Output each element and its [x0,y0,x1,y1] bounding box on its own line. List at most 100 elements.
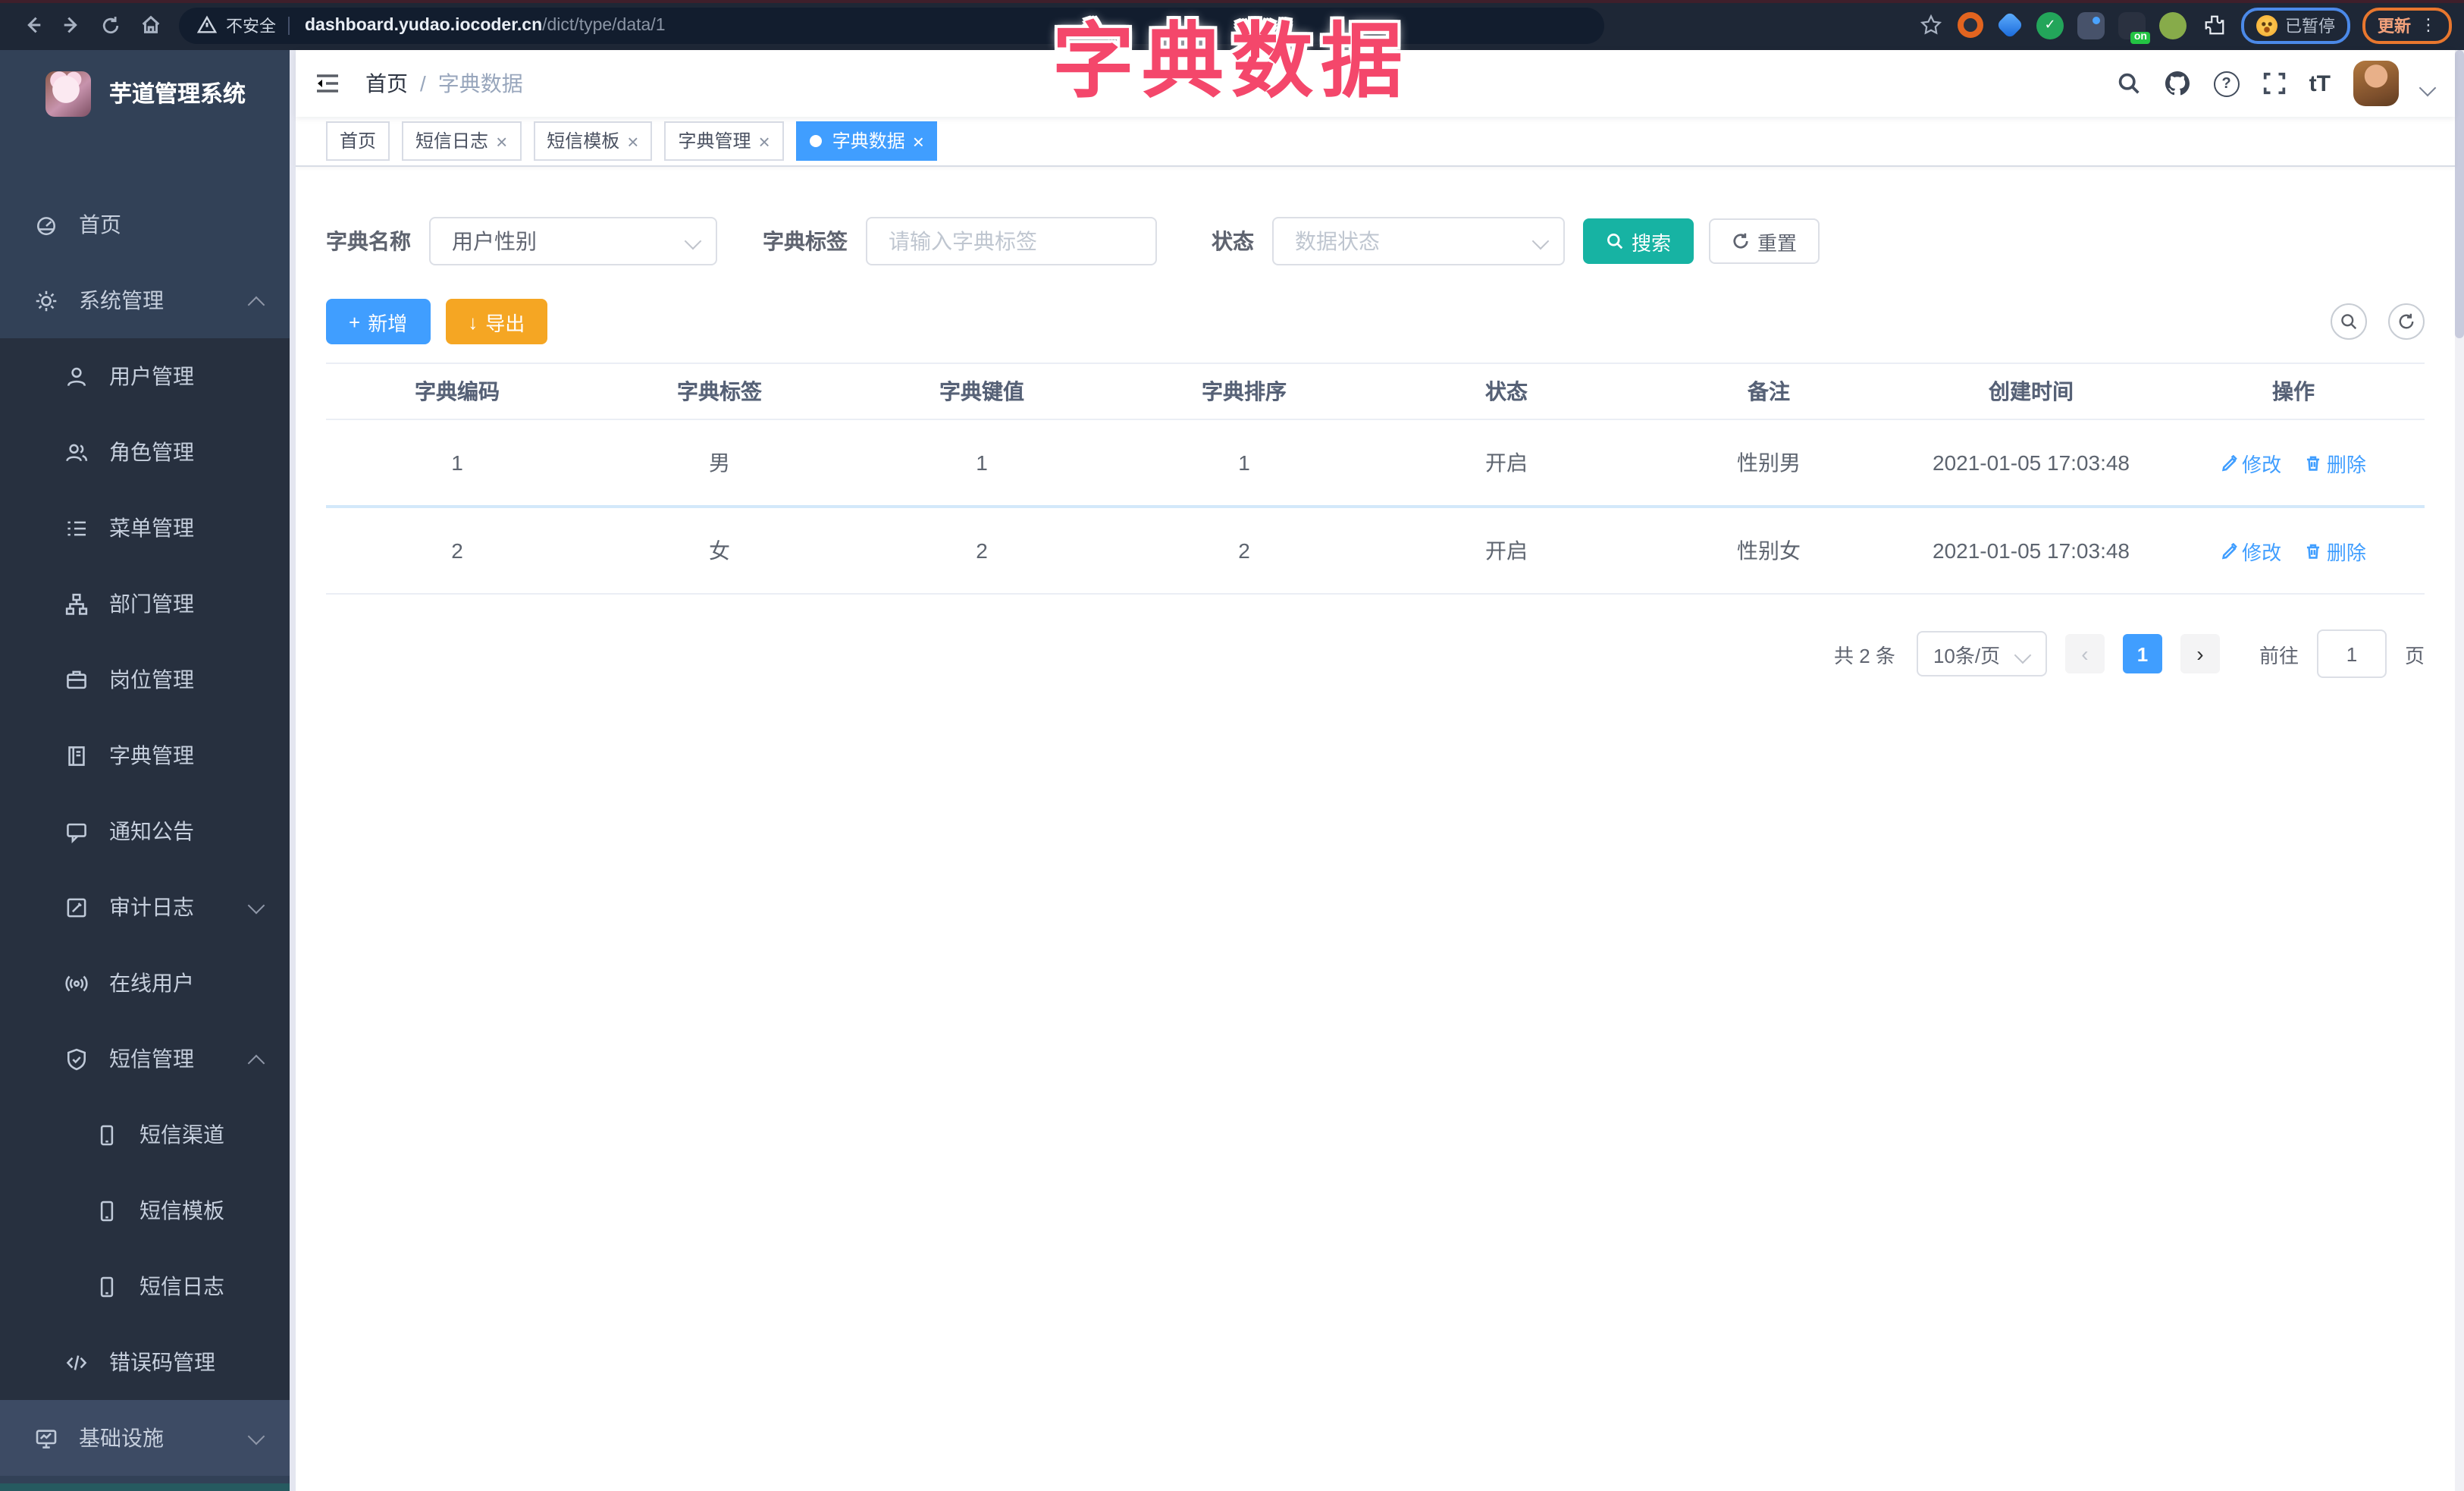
dict-label-input[interactable] [886,228,1137,255]
github-icon[interactable] [2164,70,2191,97]
col-dict-code: 字典编码 [326,363,588,420]
header-search-icon[interactable] [2117,71,2141,96]
tag-dict-mgmt[interactable]: 字典管理 × [664,121,784,161]
sidebar-item-dept-mgmt[interactable]: 部门管理 [0,566,290,642]
monitor-icon [35,1427,58,1449]
status-label: 状态 [1212,229,1254,253]
table-toolbar: + 新增 ↓ 导出 [326,299,2425,344]
sidebar-item-post-mgmt[interactable]: 岗位管理 [0,642,290,717]
browser-home-button[interactable] [130,5,170,45]
goto-label: 前往 [2259,644,2299,667]
font-size-icon[interactable]: tT [2309,71,2331,96]
browser-menu-icon[interactable]: ⋮ [2420,15,2437,35]
extension-icon-toggles[interactable] [2077,11,2105,39]
extension-icon-dark[interactable]: on [2118,11,2150,43]
fullscreen-icon[interactable] [2262,71,2287,96]
extension-icon-blue-gem[interactable] [1995,11,2024,39]
delete-link[interactable]: 删除 [2306,448,2366,477]
close-icon[interactable]: × [759,131,770,151]
user-avatar[interactable] [2353,61,2399,106]
sidebar-item-system-mgmt[interactable]: 系统管理 [0,262,290,338]
cell-created: 2021-01-05 17:03:48 [1900,419,2162,508]
sidebar-item-dict-mgmt[interactable]: 字典管理 [0,717,290,793]
col-remark: 备注 [1638,363,1900,420]
profile-paused-chip[interactable]: 已暂停 [2241,7,2350,43]
browser-reload-button[interactable] [91,5,130,45]
avatar-caret-icon[interactable] [2419,79,2437,97]
sidebar-logo-row[interactable]: 芋道管理系统 [0,50,296,137]
status-select[interactable] [1272,217,1565,265]
page-content: 字典名称 字典标签 状态 搜索 [296,217,2455,678]
scrollbar-thumb[interactable] [2455,50,2464,338]
sidebar-item-sms-template[interactable]: 短信模板 [0,1172,290,1248]
add-button[interactable]: + 新增 [326,299,431,344]
dict-data-table: 字典编码 字典标签 字典键值 字典排序 状态 备注 创建时间 操作 1 男 1 [326,363,2425,595]
sidebar-item-home[interactable]: 首页 [0,187,290,262]
browser-forward-button[interactable] [52,5,91,45]
search-button[interactable]: 搜索 [1583,218,1694,264]
sidebar-item-role-mgmt[interactable]: 角色管理 [0,414,290,490]
sidebar-item-sms-mgmt[interactable]: 短信管理 [0,1021,290,1097]
sidebar-item-sms-log[interactable]: 短信日志 [0,1248,290,1324]
extensions-puzzle-icon[interactable] [2200,11,2227,39]
chevron-down-icon [2014,646,2032,664]
tag-sms-log[interactable]: 短信日志 × [402,121,522,161]
status-select-value[interactable] [1292,228,1545,255]
omnibox-divider [288,16,290,34]
toggle-search-button[interactable] [2331,303,2367,340]
tag-sms-template[interactable]: 短信模板 × [533,121,653,161]
not-secure-label[interactable]: 不安全 [226,13,276,37]
chevron-down-icon [247,1427,265,1445]
sidebar-item-online-users[interactable]: 在线用户 [0,945,290,1021]
delete-link[interactable]: 删除 [2306,536,2366,565]
sidebar-scrollbar[interactable] [290,50,296,1491]
table-row: 2 女 2 2 开启 性别女 2021-01-05 17:03:48 修改 删除 [326,507,2425,595]
extension-icon-orange[interactable] [1958,12,1983,38]
main-scrollbar[interactable] [2455,50,2464,1491]
page-size-select[interactable]: 10条/页 [1916,631,2047,676]
close-icon[interactable]: × [913,131,924,151]
tags-view-bar: 首页 短信日志 × 短信模板 × 字典管理 × 字典数据 × [296,117,2455,167]
browser-back-button[interactable] [12,5,52,45]
dict-name-select[interactable] [429,217,717,265]
help-icon[interactable]: ? [2213,71,2240,96]
tag-dict-data-active[interactable]: 字典数据 × [795,121,938,161]
edit-link[interactable]: 修改 [2221,536,2281,565]
sidebar-item-audit-log[interactable]: 审计日志 [0,869,290,945]
tag-home[interactable]: 首页 [326,121,390,161]
refresh-table-button[interactable] [2388,303,2425,340]
breadcrumb-home[interactable]: 首页 [365,68,408,99]
extension-icon-green-check[interactable]: ✓ [2036,11,2064,39]
dashboard-icon [35,213,58,236]
reset-button[interactable]: 重置 [1709,218,1820,264]
sidebar-item-menu-mgmt[interactable]: 菜单管理 [0,490,290,566]
cell-created: 2021-01-05 17:03:48 [1900,507,2162,595]
browser-update-button[interactable]: 更新 ⋮ [2362,7,2452,43]
bookmark-star-icon[interactable] [1920,14,1942,36]
prev-page-button[interactable]: ‹ [2064,634,2105,673]
close-icon[interactable]: × [627,131,638,151]
tree-icon [65,592,88,615]
export-button[interactable]: ↓ 导出 [445,299,548,344]
sidebar-item-notice[interactable]: 通知公告 [0,793,290,869]
close-icon[interactable]: × [496,131,507,151]
sidebar-fold-icon[interactable] [314,70,341,97]
col-created: 创建时间 [1900,363,2162,420]
sidebar-item-infrastructure[interactable]: 基础设施 [0,1400,290,1476]
col-dict-sort: 字典排序 [1113,363,1375,420]
edit-link[interactable]: 修改 [2221,448,2281,477]
dict-label-input-wrap[interactable] [866,217,1157,265]
dict-name-select-value[interactable] [449,228,698,255]
phone-icon [96,1199,118,1222]
goto-page-input[interactable] [2316,629,2387,678]
sidebar-item-sms-channel[interactable]: 短信渠道 [0,1097,290,1172]
next-page-button[interactable]: › [2180,634,2220,673]
current-page[interactable]: 1 [2122,634,2162,673]
sidebar-item-user-mgmt[interactable]: 用户管理 [0,338,290,414]
phone-icon [96,1275,118,1298]
search-icon [1606,232,1624,250]
sidebar-item-error-code[interactable]: 错误码管理 [0,1324,290,1400]
extension-icon-green[interactable] [2159,11,2187,39]
cell-value: 2 [851,507,1113,595]
navbar-right-tools: ? tT [2117,61,2455,106]
